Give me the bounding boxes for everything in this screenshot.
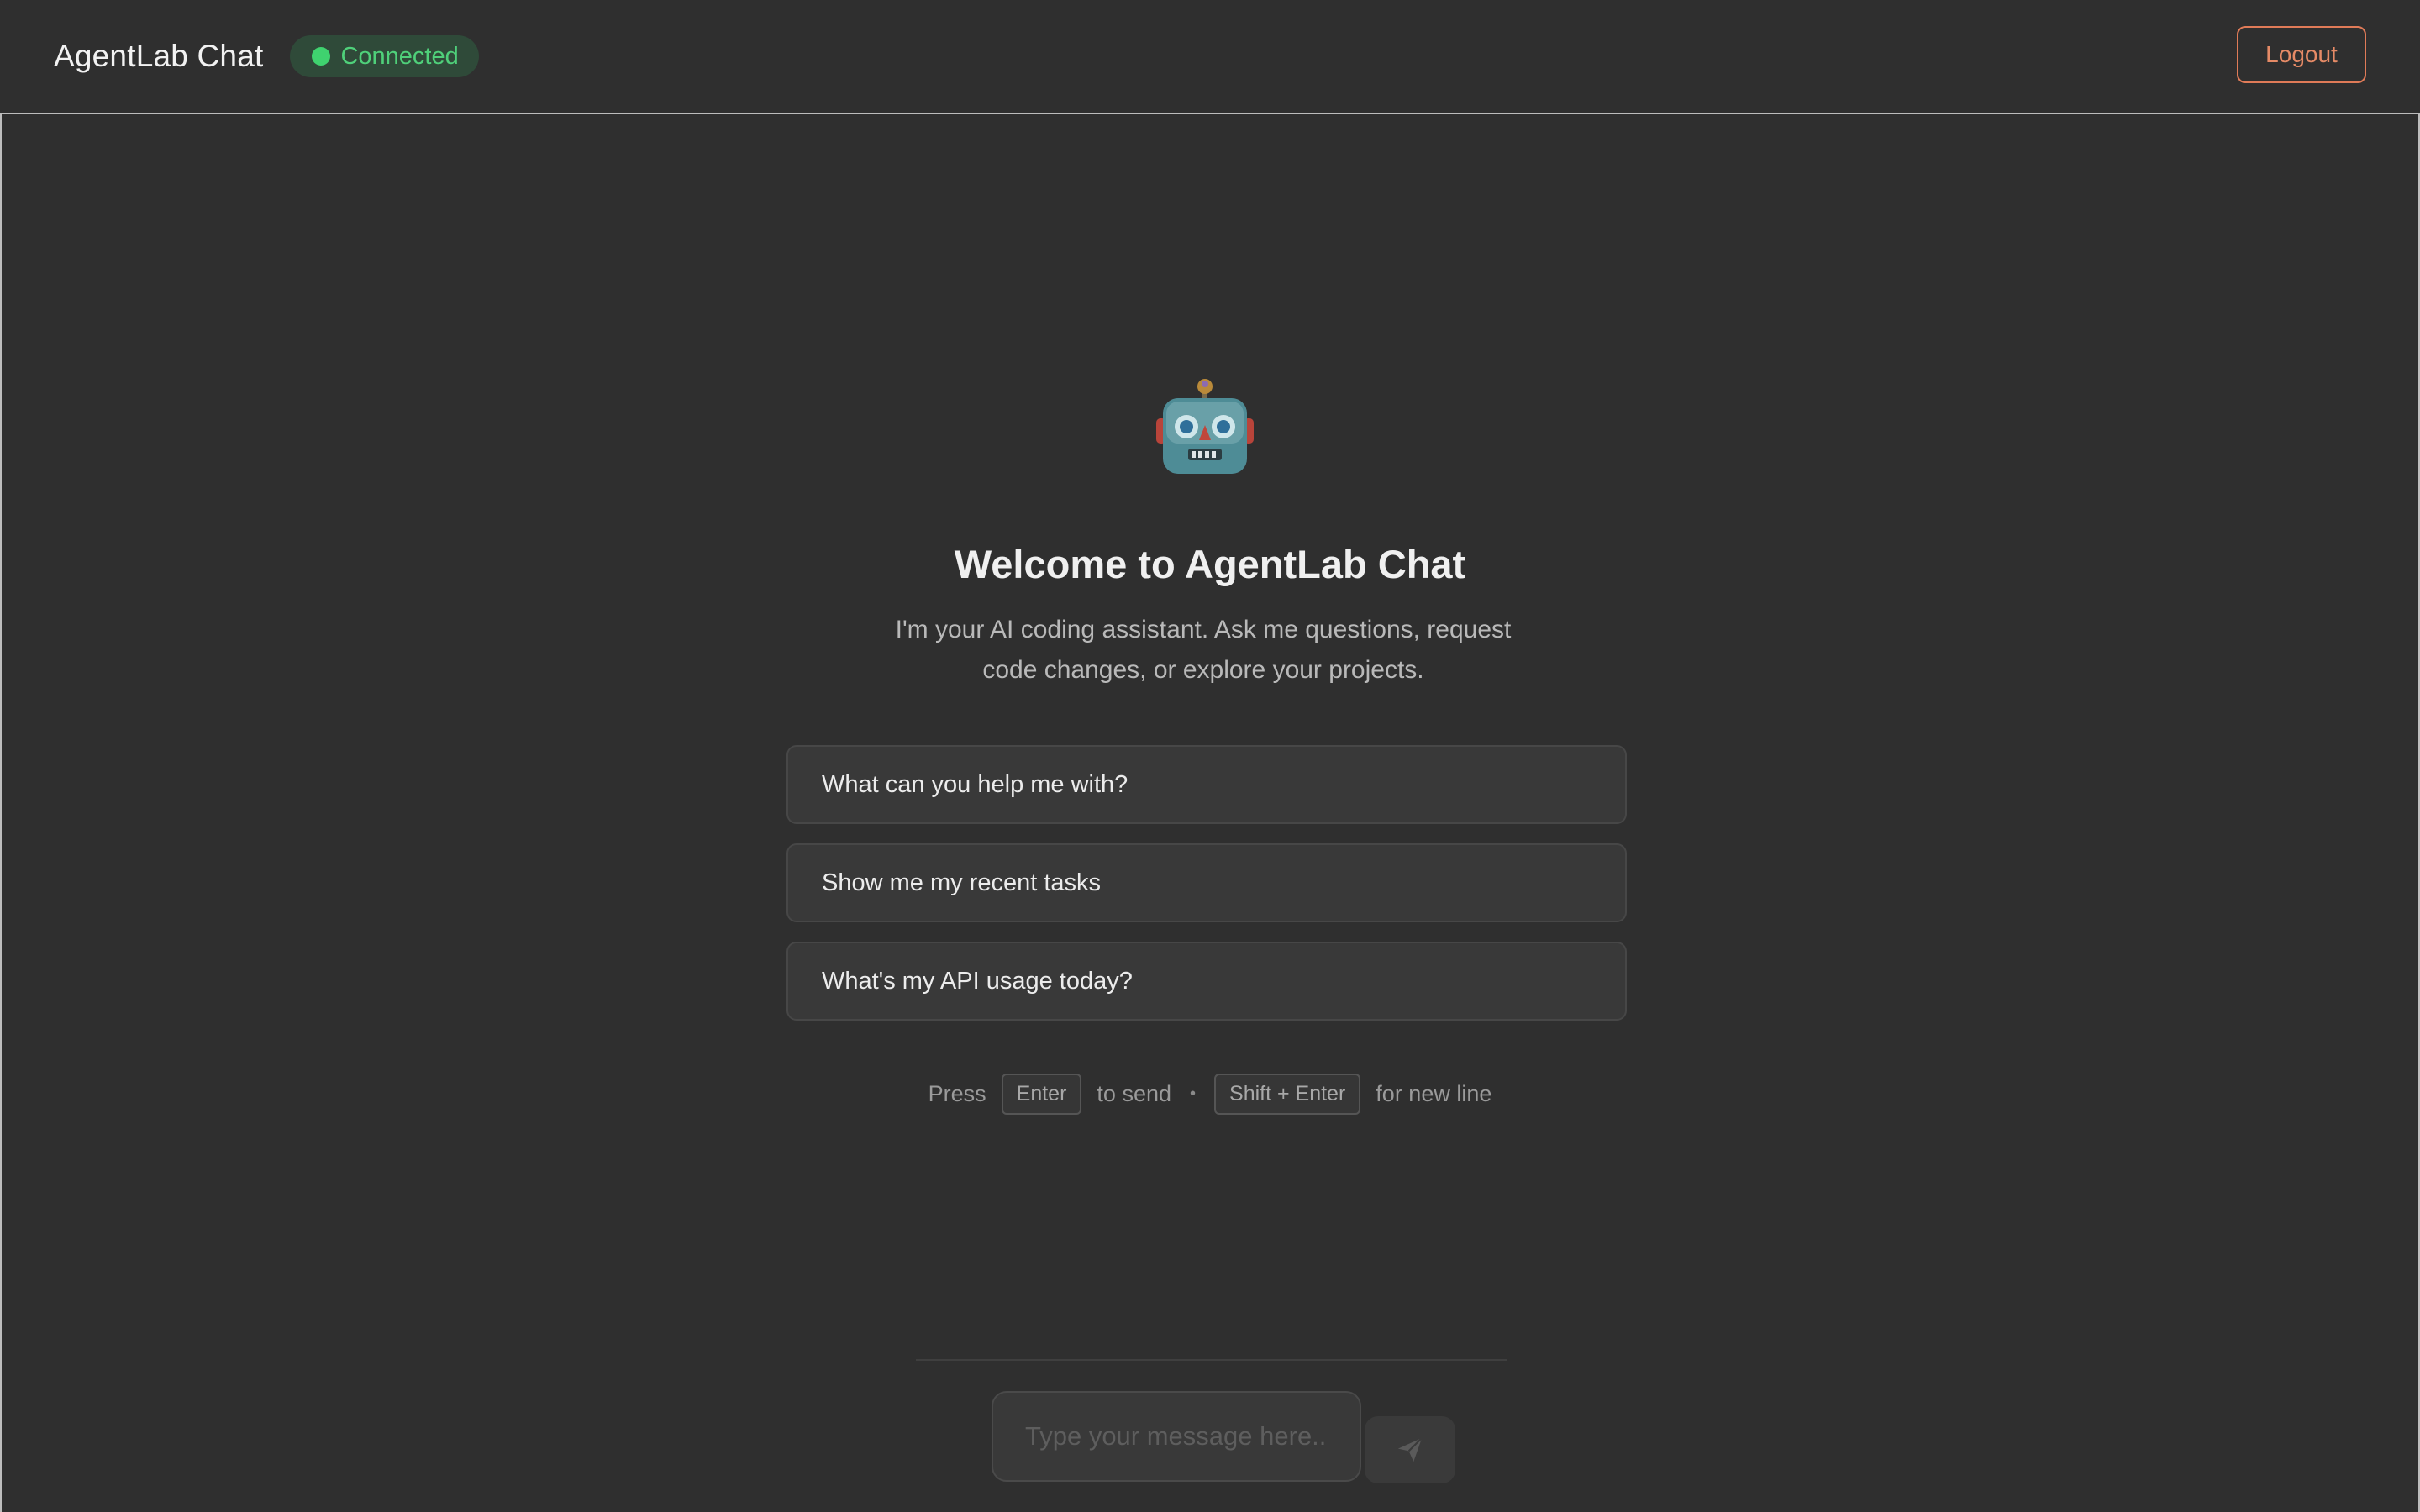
hint-new-line-text: for new line (1376, 1081, 1492, 1106)
app-header: AgentLab Chat Connected Logout (0, 0, 2420, 113)
status-dot-icon (312, 47, 331, 66)
enter-key-badge: Enter (1001, 1074, 1082, 1115)
robot-icon (1156, 379, 1254, 474)
send-button[interactable] (1365, 1416, 1455, 1483)
connection-status-badge: Connected (290, 35, 479, 77)
welcome-subtitle: I'm your AI coding assistant. Ask me que… (895, 616, 1512, 684)
logout-button[interactable]: Logout (2237, 26, 2366, 83)
suggestion-button[interactable]: Show me my recent tasks (786, 843, 1627, 922)
hint-separator: • (1190, 1084, 1197, 1103)
composer-divider (916, 1359, 1507, 1361)
hint-to-send-text: to send (1097, 1081, 1171, 1106)
shift-enter-key-badge: Shift + Enter (1214, 1074, 1361, 1115)
send-icon (1397, 1437, 1423, 1462)
app-title: AgentLab Chat (54, 39, 264, 73)
keyboard-hint: Press Enter to send • Shift + Enter for … (2, 1074, 2418, 1115)
hint-press-text: Press (928, 1081, 986, 1106)
suggestion-button[interactable]: What can you help me with? (786, 745, 1627, 824)
welcome-title: Welcome to AgentLab Chat (954, 542, 1466, 586)
chat-area: Welcome to AgentLab Chat I'm your AI cod… (0, 113, 2420, 1512)
suggestion-list: What can you help me with? Show me my re… (786, 745, 1627, 1040)
message-input[interactable] (992, 1391, 1361, 1482)
connection-status-label: Connected (340, 42, 459, 70)
suggestion-button[interactable]: What's my API usage today? (786, 942, 1627, 1021)
